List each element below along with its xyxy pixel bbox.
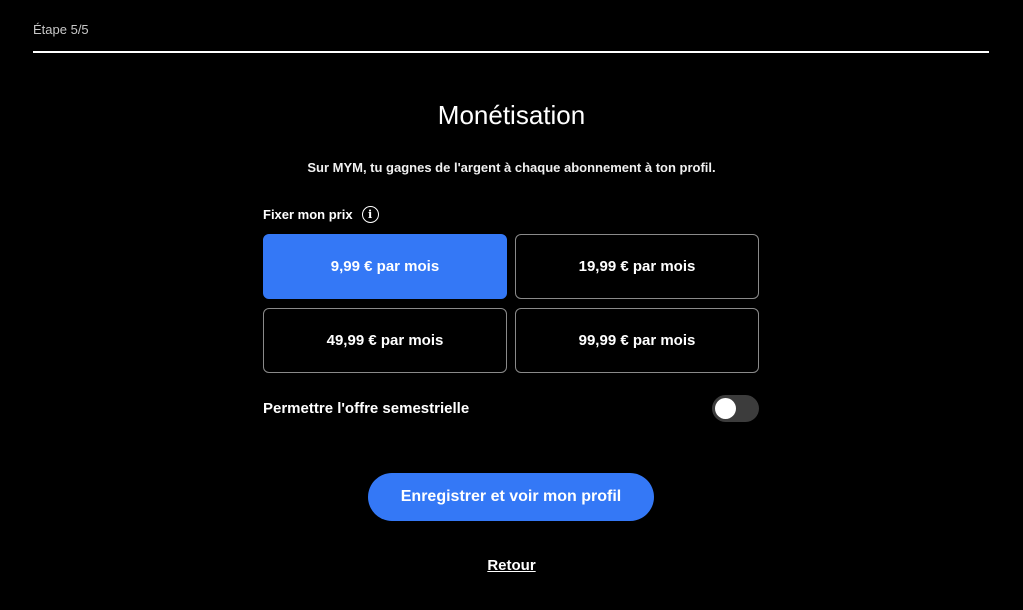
step-indicator: Étape 5/5 [33, 22, 89, 37]
price-option-9-99[interactable]: 9,99 € par mois [263, 234, 507, 299]
price-option-49-99[interactable]: 49,99 € par mois [263, 308, 507, 373]
price-option-99-99[interactable]: 99,99 € par mois [515, 308, 759, 373]
price-options-grid: 9,99 € par mois 19,99 € par mois 49,99 €… [263, 234, 759, 373]
price-option-19-99[interactable]: 19,99 € par mois [515, 234, 759, 299]
info-icon[interactable]: i [361, 206, 379, 223]
price-section-header: Fixer mon prix i [263, 206, 379, 223]
back-link[interactable]: Retour [0, 557, 1023, 574]
price-section-label: Fixer mon prix [263, 207, 353, 222]
page-subtitle: Sur MYM, tu gagnes de l'argent à chaque … [307, 160, 716, 175]
semester-offer-toggle[interactable] [712, 394, 759, 422]
semester-offer-label: Permettre l'offre semestrielle [263, 399, 470, 417]
progress-bar-fill [33, 51, 989, 53]
toggle-knob [715, 397, 736, 419]
save-and-view-profile-button[interactable]: Enregistrer et voir mon profil [368, 473, 654, 521]
progress-bar [33, 51, 989, 53]
page-title: Monétisation [437, 100, 586, 130]
semester-offer-row: Permettre l'offre semestrielle [263, 394, 759, 422]
monetisation-page: Étape 5/5 Monétisation Sur MYM, tu gagne… [0, 0, 1023, 610]
